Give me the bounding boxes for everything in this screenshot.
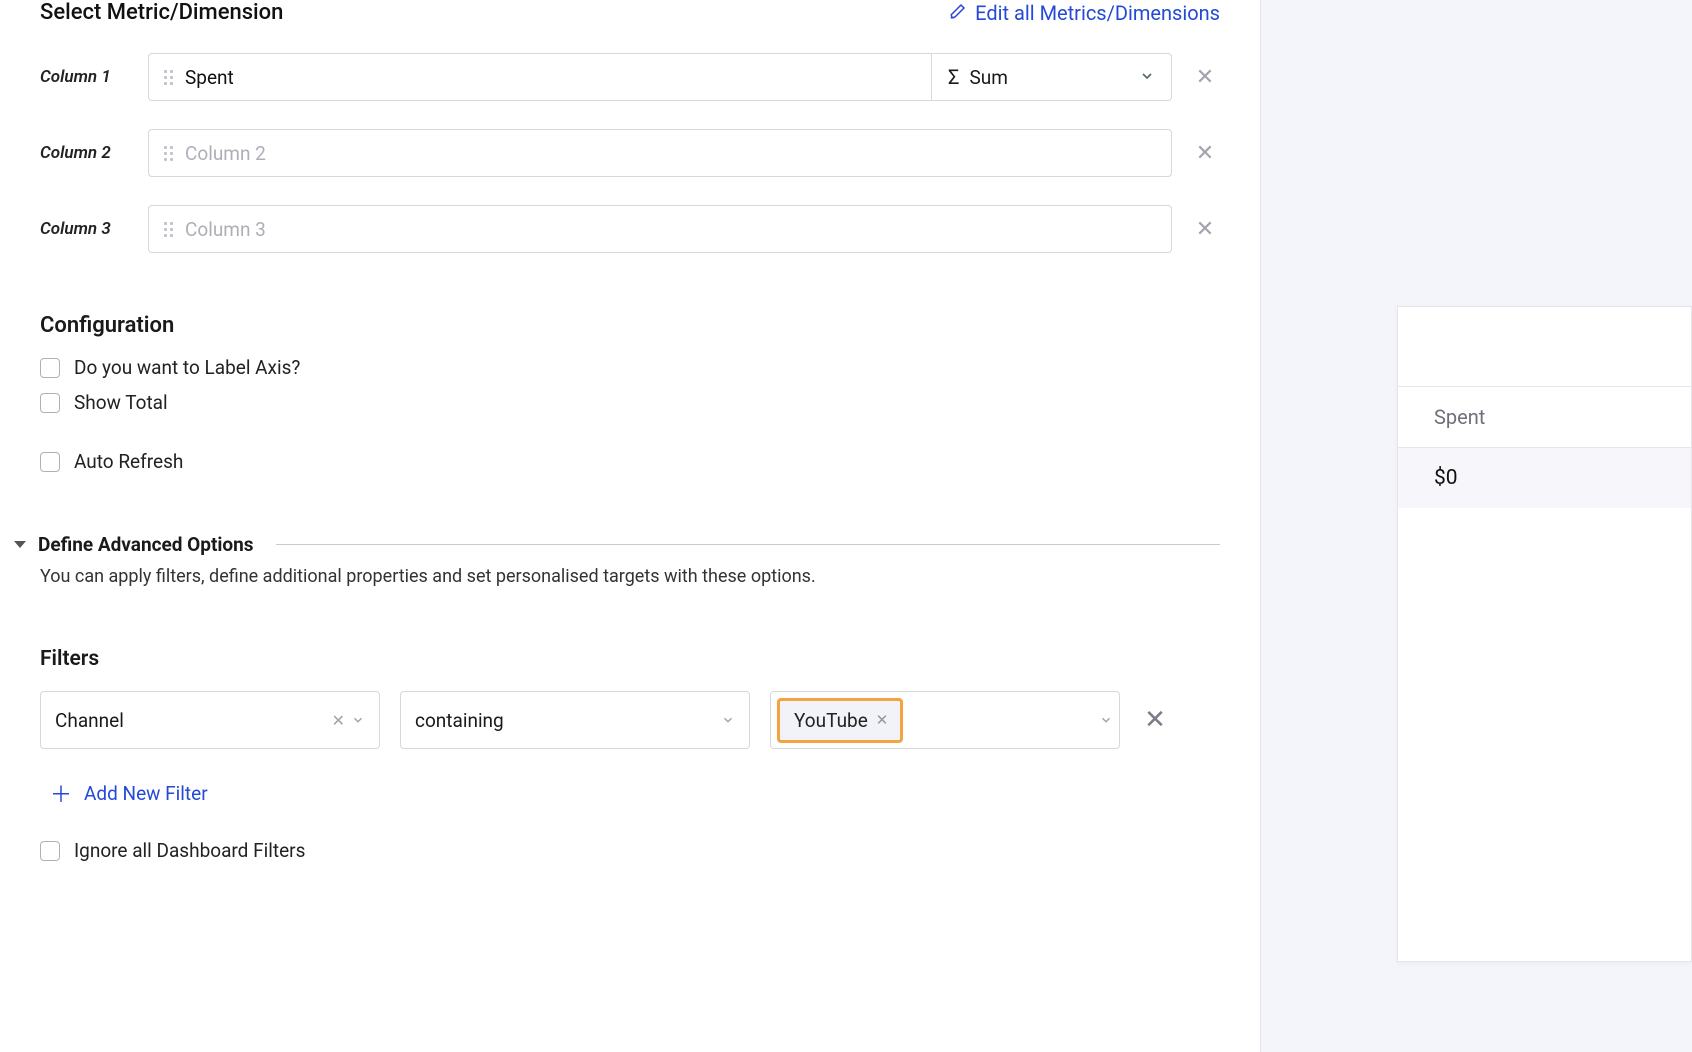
remove-column-button[interactable]: ✕ [1190, 141, 1220, 166]
edit-icon [949, 1, 967, 25]
column-row: Column 1 Spent Σ Sum ✕ [40, 53, 1220, 101]
close-icon: ✕ [1196, 217, 1214, 242]
disclosure-triangle-icon[interactable] [14, 541, 26, 548]
add-filter-label: Add New Filter [84, 782, 208, 805]
divider [276, 544, 1220, 545]
column-placeholder: Column 2 [177, 142, 1171, 165]
drag-handle-icon[interactable] [149, 222, 177, 237]
remove-filter-button[interactable]: ✕ [1140, 705, 1170, 735]
label-axis-checkbox[interactable] [40, 358, 60, 378]
preview-row-value: $0 [1398, 448, 1691, 508]
filter-value-select[interactable]: YouTube ✕ [770, 691, 1120, 749]
chevron-down-icon [351, 709, 365, 732]
aggregation-select[interactable]: Σ Sum [931, 54, 1171, 100]
remove-column-button[interactable]: ✕ [1190, 217, 1220, 242]
column-input[interactable]: Column 2 [148, 129, 1172, 177]
edit-link-label: Edit all Metrics/Dimensions [975, 1, 1220, 25]
column-row: Column 3 Column 3 ✕ [40, 205, 1220, 253]
remove-column-button[interactable]: ✕ [1190, 65, 1220, 90]
close-icon: ✕ [1196, 141, 1214, 166]
page-section-title: Select Metric/Dimension [40, 0, 283, 25]
sigma-icon: Σ [948, 65, 959, 89]
ignore-dashboard-filters-label: Ignore all Dashboard Filters [74, 839, 305, 862]
filter-field-value: Channel [55, 709, 124, 732]
chevron-down-icon [721, 709, 735, 732]
filter-value-tag[interactable]: YouTube ✕ [777, 698, 903, 743]
add-new-filter-button[interactable]: ＋ Add New Filter [40, 777, 1220, 809]
show-total-text: Show Total [74, 391, 168, 414]
plus-icon: ＋ [50, 777, 72, 809]
close-icon: ✕ [1144, 705, 1166, 735]
label-axis-text: Do you want to Label Axis? [74, 356, 300, 379]
column-label: Column 3 [40, 219, 130, 239]
filter-field-select[interactable]: Channel ✕ [40, 691, 380, 749]
column-input[interactable]: Column 3 [148, 205, 1172, 253]
column-input[interactable]: Spent Σ Sum [148, 53, 1172, 101]
preview-card: Spent $0 [1397, 306, 1692, 962]
preview-sidebar: Spent $0 [1260, 0, 1692, 1052]
filters-title: Filters [40, 647, 1220, 671]
column-placeholder: Column 3 [177, 218, 1171, 241]
ignore-dashboard-filters-checkbox[interactable] [40, 841, 60, 861]
drag-handle-icon[interactable] [149, 146, 177, 161]
column-value: Spent [177, 66, 931, 89]
close-icon: ✕ [1196, 65, 1214, 90]
column-label: Column 2 [40, 143, 130, 163]
remove-tag-icon[interactable]: ✕ [876, 711, 889, 729]
advanced-options-title: Define Advanced Options [38, 533, 254, 556]
auto-refresh-text: Auto Refresh [74, 450, 183, 473]
aggregation-label: Sum [969, 66, 1007, 89]
auto-refresh-checkbox[interactable] [40, 452, 60, 472]
preview-card-header [1398, 307, 1691, 387]
advanced-options-description: You can apply filters, define additional… [40, 566, 1220, 587]
filter-operator-value: containing [415, 709, 504, 732]
preview-column-header: Spent [1398, 387, 1691, 448]
filter-operator-select[interactable]: containing [400, 691, 750, 749]
filter-row: Channel ✕ containing YouTube ✕ [40, 691, 1220, 749]
filter-value-tag-label: YouTube [794, 709, 868, 732]
clear-filter-field-icon[interactable]: ✕ [332, 711, 345, 730]
column-row: Column 2 Column 2 ✕ [40, 129, 1220, 177]
show-total-checkbox[interactable] [40, 393, 60, 413]
drag-handle-icon[interactable] [149, 70, 177, 85]
chevron-down-icon [1099, 709, 1113, 732]
chevron-down-icon [1139, 66, 1155, 89]
edit-all-metrics-link[interactable]: Edit all Metrics/Dimensions [949, 1, 1220, 25]
configuration-title: Configuration [40, 313, 1220, 338]
column-label: Column 1 [40, 67, 130, 87]
